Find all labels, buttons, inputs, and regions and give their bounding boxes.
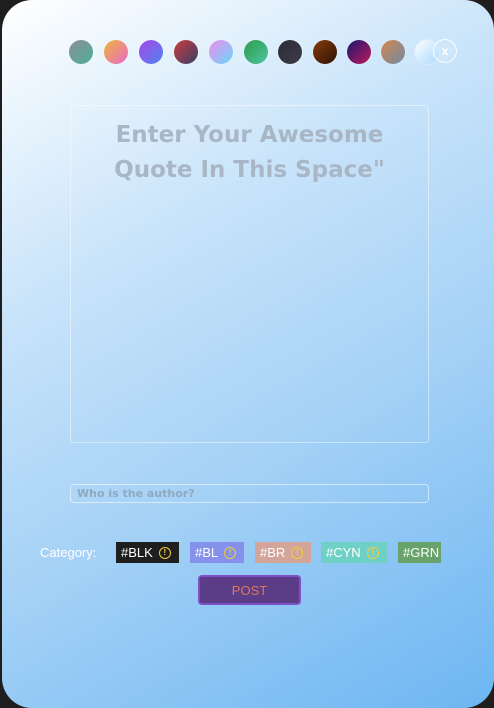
swatch-brown[interactable] <box>313 40 337 64</box>
swatch-purple-blue[interactable] <box>139 40 163 64</box>
author-input[interactable] <box>70 484 429 503</box>
close-button[interactable]: x <box>433 39 457 63</box>
tag-cyn-label: #CYN <box>326 545 361 560</box>
swatch-gray-teal[interactable] <box>69 40 93 64</box>
tag-grn-label: #GRN <box>403 545 440 560</box>
swatch-orange-pink[interactable] <box>104 40 128 64</box>
info-icon: ! <box>224 546 237 559</box>
quote-editor-card: x Enter Your Awesome Quote In This Space… <box>2 0 494 708</box>
tag-br[interactable]: #BR ! <box>255 542 311 563</box>
info-icon: ! <box>158 546 171 559</box>
swatch-navy-magenta[interactable] <box>347 40 371 64</box>
tag-blk[interactable]: #BLK ! <box>116 542 179 563</box>
quote-placeholder: Enter Your Awesome Quote In This Space" <box>114 122 385 183</box>
info-icon: ! <box>291 546 304 559</box>
tag-cyn[interactable]: #CYN ! <box>321 542 387 563</box>
tag-bl[interactable]: #BL ! <box>190 542 244 563</box>
post-button[interactable]: POST <box>198 575 301 605</box>
tag-blk-label: #BLK <box>121 545 153 560</box>
info-icon: ! <box>366 546 379 559</box>
swatch-pink-cyan[interactable] <box>209 40 233 64</box>
swatch-green[interactable] <box>244 40 268 64</box>
post-button-label: POST <box>231 582 268 598</box>
swatch-rust-slate[interactable] <box>381 40 405 64</box>
swatch-charcoal[interactable] <box>278 40 302 64</box>
swatch-crimson-navy[interactable] <box>174 40 198 64</box>
tag-bl-label: #BL <box>195 545 219 560</box>
tag-grn[interactable]: #GRN <box>398 542 441 563</box>
category-label: Category: <box>40 545 97 560</box>
theme-swatch-row <box>69 40 459 64</box>
close-icon: x <box>441 44 449 58</box>
tag-br-label: #BR <box>260 545 286 560</box>
quote-text-area[interactable]: Enter Your Awesome Quote In This Space" <box>70 105 429 443</box>
